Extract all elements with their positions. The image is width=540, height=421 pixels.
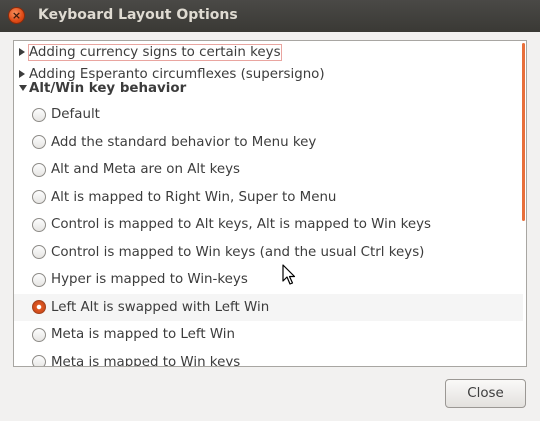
option-row[interactable]: Meta is mapped to Win keys: [14, 349, 523, 367]
options-tree[interactable]: Adding currency signs to certain keys Add…: [13, 40, 527, 367]
option-row[interactable]: Control is mapped to Win keys (and the u…: [14, 239, 523, 266]
tree-group-row[interactable]: Alt/Win key behavior: [14, 77, 523, 99]
option-label: Control is mapped to Alt keys, Alt is ma…: [51, 217, 431, 232]
option-row[interactable]: Control is mapped to Alt keys, Alt is ma…: [14, 211, 523, 238]
scrollbar[interactable]: [522, 43, 525, 221]
option-row[interactable]: Default: [14, 101, 523, 128]
window-close-icon[interactable]: ×: [8, 7, 25, 24]
option-row[interactable]: Alt and Meta are on Alt keys: [14, 156, 523, 183]
mouse-pointer-icon: [282, 264, 296, 285]
radio-icon[interactable]: [32, 107, 46, 122]
option-label: Left Alt is swapped with Left Win: [51, 299, 270, 315]
window-title: Keyboard Layout Options: [38, 7, 238, 23]
option-label: Meta is mapped to Left Win: [51, 327, 236, 342]
option-row[interactable]: Meta is mapped to Left Win: [14, 321, 523, 348]
option-label: Add the standard behavior to Menu key: [51, 134, 317, 150]
option-row[interactable]: Hyper is mapped to Win-keys: [14, 266, 523, 293]
option-row[interactable]: Left Alt is swapped with Left Win: [14, 293, 523, 321]
option-row[interactable]: Add the standard behavior to Menu key: [14, 129, 523, 156]
option-label: Hyper is mapped to Win-keys: [51, 272, 248, 287]
expander-right-icon[interactable]: [19, 48, 25, 56]
option-label: Alt and Meta are on Alt keys: [51, 162, 240, 177]
radio-icon[interactable]: [32, 355, 46, 366]
radio-icon[interactable]: [32, 272, 46, 287]
option-label: Alt is mapped to Right Win, Super to Men…: [51, 189, 337, 205]
expander-down-icon[interactable]: [19, 85, 27, 91]
option-label: Control is mapped to Win keys (and the u…: [51, 244, 425, 260]
radio-icon[interactable]: [32, 190, 46, 204]
option-label: Default: [51, 107, 100, 122]
tree-group-label: Alt/Win key behavior: [29, 80, 187, 96]
radio-icon[interactable]: [32, 327, 46, 342]
radio-icon[interactable]: [32, 135, 46, 149]
option-row[interactable]: Alt is mapped to Right Win, Super to Men…: [14, 184, 523, 211]
title-bar: × Keyboard Layout Options: [0, 0, 540, 32]
radio-icon[interactable]: [32, 162, 46, 177]
tree-group-label: Adding currency signs to certain keys: [28, 43, 282, 61]
radio-icon[interactable]: [32, 245, 46, 259]
radio-checked-icon[interactable]: [32, 300, 46, 314]
close-button[interactable]: Close: [445, 379, 526, 408]
option-label: Meta is mapped to Win keys: [51, 354, 241, 367]
radio-icon[interactable]: [32, 217, 46, 232]
tree-group-row[interactable]: Adding currency signs to certain keys: [14, 41, 523, 63]
